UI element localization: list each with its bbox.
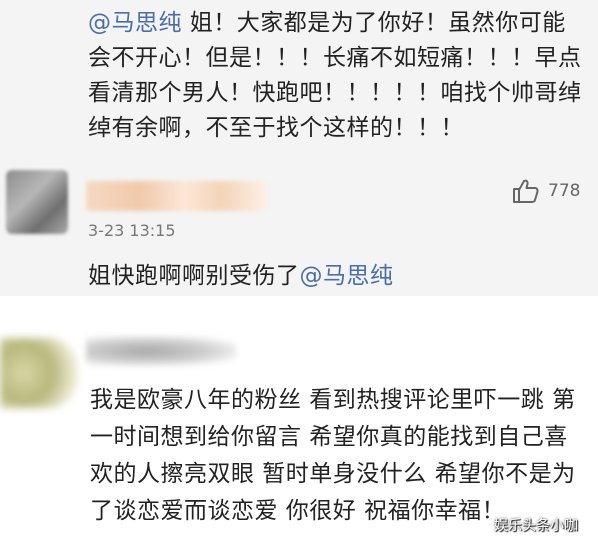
comment-body-2: 我是欧豪八年的粉丝 看到热搜评论里吓一跳 第一时间想到给你留言 希望你真的能找到… (90, 387, 576, 524)
like-button[interactable]: 778 (512, 178, 580, 204)
reply-body: 姐快跑啊啊别受伤了 (88, 263, 300, 289)
user-avatar-2[interactable] (0, 338, 78, 408)
user-avatar[interactable] (6, 170, 68, 234)
like-count: 778 (548, 181, 581, 201)
username-blurred-2[interactable] (86, 336, 236, 366)
watermark: 娱乐头条小咖 (494, 518, 578, 534)
divider (0, 296, 598, 310)
thumbs-up-icon (513, 179, 539, 203)
mention-link[interactable]: @马思纯 (300, 263, 394, 289)
timestamp: 3-23 13:15 (88, 221, 176, 240)
top-comment-text: @马思纯 姐！大家都是为了你好！虽然你可能会不开心！但是！！！长痛不如短痛！！！… (88, 6, 586, 146)
username-blurred[interactable] (86, 181, 266, 211)
reply-text: 姐快跑啊啊别受伤了@马思纯 (88, 256, 394, 290)
mention-link[interactable]: @马思纯 (88, 10, 182, 36)
